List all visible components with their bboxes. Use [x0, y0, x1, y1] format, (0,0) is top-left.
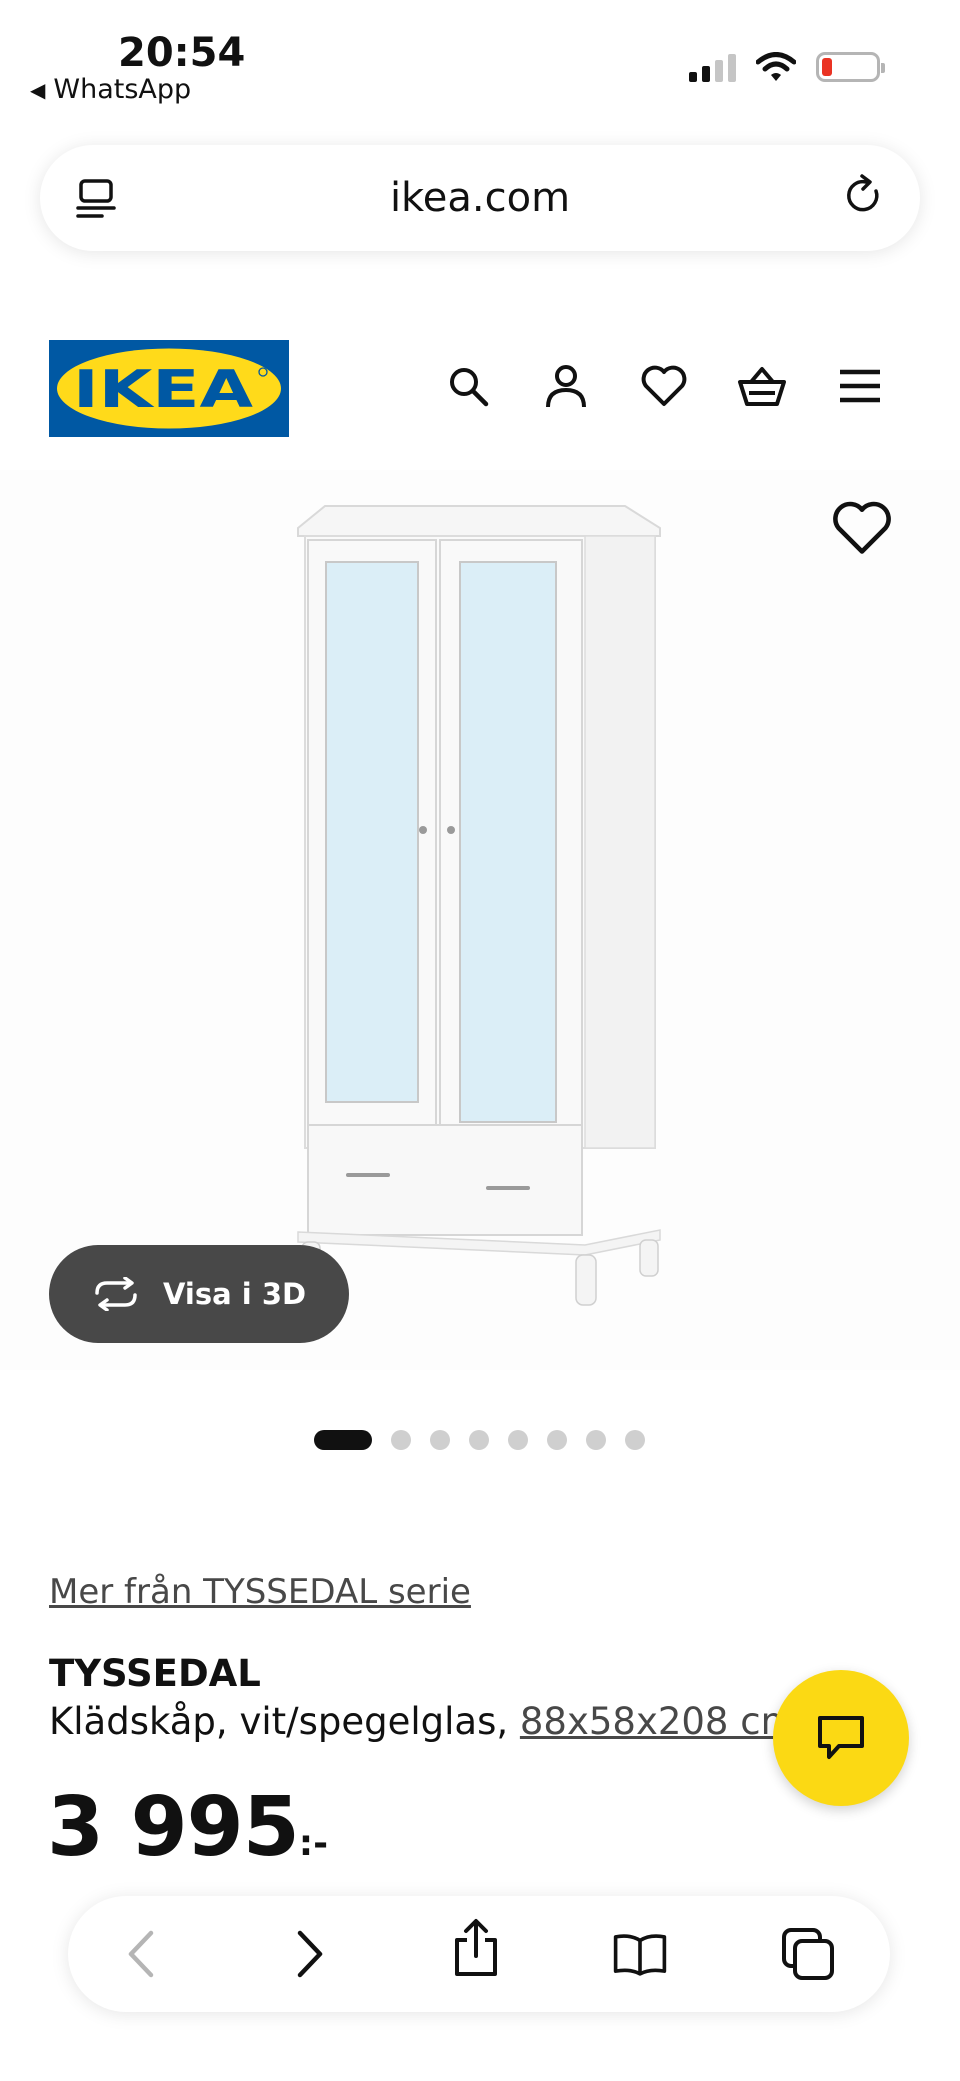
bookmarks-icon[interactable]	[612, 1926, 668, 1982]
tabs-icon[interactable]	[780, 1926, 836, 1982]
back-arrow-icon: ◀	[30, 77, 46, 102]
view-in-3d-button[interactable]: Visa i 3D	[49, 1245, 349, 1343]
gallery-dot[interactable]	[625, 1430, 645, 1450]
forward-icon[interactable]	[282, 1926, 338, 1982]
gallery-dot[interactable]	[508, 1430, 528, 1450]
address-bar[interactable]: ikea.com	[40, 145, 920, 251]
cellular-signal-icon	[689, 52, 736, 82]
share-icon[interactable]	[448, 1919, 504, 1976]
chat-button[interactable]	[773, 1670, 909, 1806]
price-value: 3 995	[47, 1780, 300, 1875]
back-icon[interactable]	[113, 1926, 169, 1982]
menu-icon[interactable]	[832, 358, 888, 414]
ikea-logo[interactable]: IKEA	[49, 340, 289, 437]
search-icon[interactable]	[440, 358, 496, 414]
browser-toolbar	[68, 1896, 890, 2012]
view-in-3d-label: Visa i 3D	[163, 1277, 307, 1311]
series-link[interactable]: Mer från TYSSEDAL serie	[49, 1572, 471, 1612]
product-name: TYSSEDAL	[49, 1652, 261, 1695]
back-to-app-link[interactable]: ◀ WhatsApp	[30, 74, 191, 105]
status-time: 20:54	[118, 30, 246, 76]
basket-icon[interactable]	[734, 358, 790, 414]
favorites-icon[interactable]	[636, 358, 692, 414]
product-description: Klädskåp, vit/spegelglas, 88x58x208 cm	[49, 1700, 797, 1743]
account-icon[interactable]	[538, 358, 594, 414]
reload-icon[interactable]	[840, 173, 886, 219]
product-price: 3 995:-	[47, 1780, 328, 1875]
gallery-dot[interactable]	[469, 1430, 489, 1450]
gallery-pagination[interactable]	[314, 1430, 645, 1450]
price-suffix: :-	[298, 1823, 329, 1864]
gallery-dot[interactable]	[547, 1430, 567, 1450]
product-image-gallery[interactable]	[0, 470, 960, 1370]
gallery-dot[interactable]	[586, 1430, 606, 1450]
gallery-dot[interactable]	[430, 1430, 450, 1450]
battery-icon	[816, 52, 885, 82]
wifi-icon	[756, 52, 796, 81]
rotate-3d-icon	[95, 1277, 137, 1311]
header-nav	[440, 358, 888, 414]
back-app-label: WhatsApp	[53, 74, 192, 105]
product-image	[297, 505, 661, 1306]
product-type: Klädskåp, vit/spegelglas,	[49, 1700, 520, 1743]
url-text[interactable]: ikea.com	[40, 175, 920, 221]
gallery-dot[interactable]	[391, 1430, 411, 1450]
svg-text:IKEA: IKEA	[73, 360, 253, 420]
product-dimensions-link[interactable]: 88x58x208 cm	[520, 1700, 797, 1743]
status-icons	[689, 52, 885, 82]
save-to-favorites-icon[interactable]	[832, 500, 892, 560]
chat-icon	[818, 1716, 864, 1759]
gallery-dot-active[interactable]	[314, 1430, 372, 1450]
